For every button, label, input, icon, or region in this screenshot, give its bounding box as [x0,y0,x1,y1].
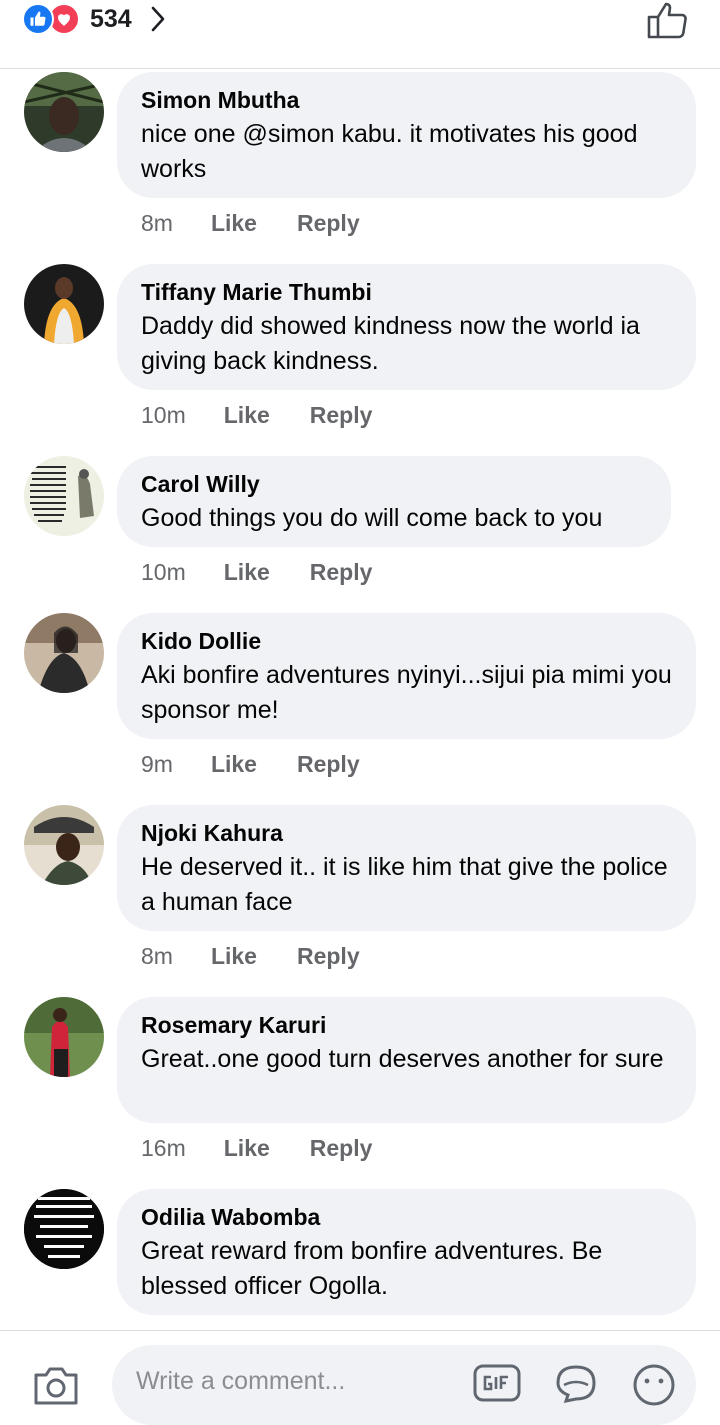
avatar[interactable] [24,997,104,1077]
comment-bubble[interactable]: Carol Willy Good things you do will come… [117,456,671,547]
comment-time: 16m [141,1135,186,1161]
chevron-right-icon[interactable] [150,5,166,33]
like-button[interactable]: Like [211,751,257,778]
like-button[interactable]: Like [224,1135,270,1162]
thumbs-up-icon[interactable] [646,0,690,45]
comment-actions: 8m Like Reply [141,943,360,970]
comment-time: 9m [141,751,173,777]
avatar[interactable] [24,72,104,152]
comment-actions: 10m Like Reply [141,559,372,586]
comment-time: 10m [141,559,186,585]
like-button[interactable]: Like [211,210,257,237]
comment-actions: 16m Like Reply [141,1135,372,1162]
comment-placeholder: Write a comment... [136,1367,346,1395]
avatar-quote-image [24,1189,104,1269]
comment-time: 8m [141,943,173,969]
comment-text: Great reward from bonfire adventures. Be… [141,1237,603,1300]
like-button[interactable]: Like [224,402,270,429]
comment-author[interactable]: Carol Willy [141,470,647,498]
comment-text: Daddy did showed kindness now the world … [141,312,640,375]
reply-button[interactable]: Reply [310,402,373,429]
comment-composer: Write a comment... [0,1330,720,1425]
comment-author[interactable]: Odilia Wabomba [141,1203,672,1231]
comment-actions: 9m Like Reply [141,751,360,778]
avatar[interactable] [24,613,104,693]
comment-time: 8m [141,210,173,236]
comment-author[interactable]: Kido Dollie [141,627,672,655]
comment-text: nice one @simon kabu. it motivates his g… [141,120,638,183]
comment-actions: 8m Like Reply [141,210,360,237]
comment-text: Good things you do will come back to you [141,504,603,532]
reply-button[interactable]: Reply [297,210,360,237]
comment-bubble[interactable]: Rosemary Karuri Great..one good turn des… [117,997,696,1123]
emoji-icon[interactable] [632,1363,676,1412]
comment-author[interactable]: Njoki Kahura [141,819,672,847]
avatar-quote-image [24,456,104,536]
reply-button[interactable]: Reply [310,1135,373,1162]
comment-author[interactable]: Tiffany Marie Thumbi [141,278,672,306]
reaction-summary[interactable]: 534 [22,2,166,36]
like-button[interactable]: Like [224,559,270,586]
comment-bubble[interactable]: Odilia Wabomba Great reward from bonfire… [117,1189,696,1315]
reaction-count: 534 [90,4,132,33]
comment-bubble[interactable]: Simon Mbutha nice one @simon kabu. it mo… [117,72,696,198]
like-reaction-icon [22,3,54,35]
reply-button[interactable]: Reply [297,943,360,970]
avatar[interactable] [24,1189,104,1269]
avatar[interactable] [24,805,104,885]
comment-bubble[interactable]: Njoki Kahura He deserved it.. it is like… [117,805,696,931]
avatar[interactable] [24,456,104,536]
comment-bubble[interactable]: Kido Dollie Aki bonfire adventures nyiny… [117,613,696,739]
camera-icon[interactable] [32,1365,80,1410]
comment-text: Great..one good turn deserves another fo… [141,1045,664,1073]
comment-input[interactable]: Write a comment... [112,1345,696,1425]
like-button[interactable]: Like [211,943,257,970]
reactions-header: 534 [0,0,720,69]
comment-bubble[interactable]: Tiffany Marie Thumbi Daddy did showed ki… [117,264,696,390]
comment-time: 10m [141,402,186,428]
comment-text: Aki bonfire adventures nyinyi...sijui pi… [141,661,672,724]
reply-button[interactable]: Reply [297,751,360,778]
comment-text: He deserved it.. it is like him that giv… [141,853,668,916]
comment-actions: 10m Like Reply [141,402,372,429]
reply-button[interactable]: Reply [310,559,373,586]
comment-author[interactable]: Simon Mbutha [141,86,672,114]
comment-author[interactable]: Rosemary Karuri [141,1011,672,1039]
avatar[interactable] [24,264,104,344]
